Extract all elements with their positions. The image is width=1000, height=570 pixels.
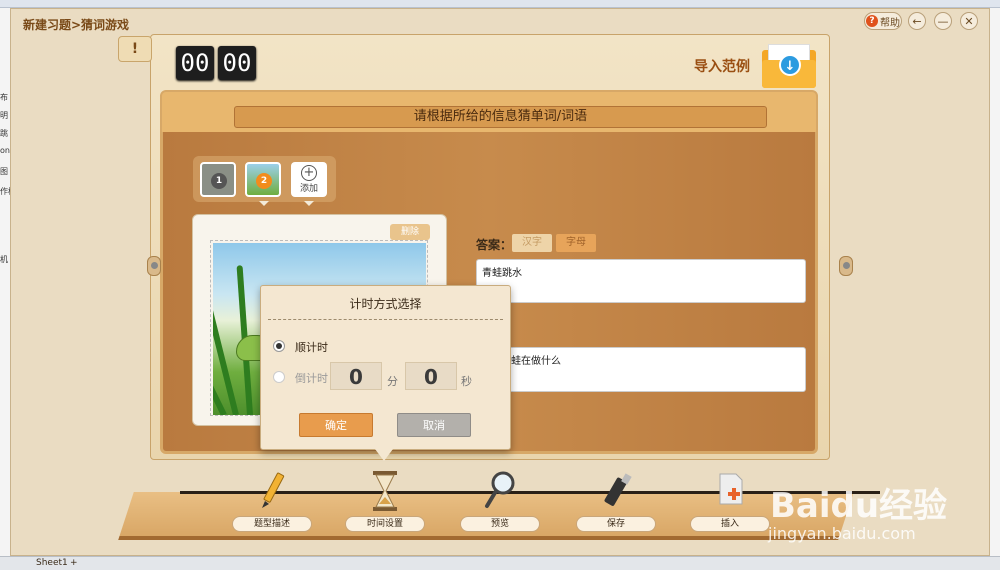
back-button[interactable]: ← xyxy=(908,12,926,30)
cancel-button[interactable]: 取消 xyxy=(397,413,471,437)
bg-left-label: 跳 xyxy=(0,129,8,138)
dialog-title: 计时方式选择 xyxy=(349,297,422,311)
thumbnail-2[interactable]: 2 xyxy=(245,162,281,197)
timer-minutes: 00 xyxy=(176,46,214,80)
radio-countup[interactable] xyxy=(273,340,285,352)
close-icon: ✕ xyxy=(964,14,974,28)
watermark-url: jingyan.baidu.com xyxy=(768,524,916,543)
tool-label: 插入 xyxy=(690,516,770,532)
tool-label: 保存 xyxy=(576,516,656,532)
radio-countdown-label[interactable]: 倒计时 xyxy=(295,370,328,386)
help-button[interactable]: ? 帮助 xyxy=(864,12,902,30)
watermark-brand: Baidu经验 xyxy=(770,486,948,526)
question-icon: ? xyxy=(866,15,878,27)
minutes-input[interactable]: 0 xyxy=(330,362,382,390)
minutes-unit: 分 xyxy=(387,375,398,388)
insert-document-icon xyxy=(719,473,743,505)
hourglass-icon xyxy=(373,471,397,511)
minimize-icon: — xyxy=(937,14,949,28)
radio-countup-label[interactable]: 顺计时 xyxy=(295,339,328,355)
seconds-input[interactable]: 0 xyxy=(405,362,457,390)
left-hinge-icon xyxy=(147,256,161,276)
bg-left-label: on xyxy=(0,146,10,155)
thumbnail-1[interactable]: 1 xyxy=(200,162,236,197)
tool-question-type[interactable]: 题型描述 xyxy=(232,470,312,532)
seconds-unit: 秒 xyxy=(461,375,472,388)
background-app-statusbar: Sheet1 + xyxy=(0,556,1000,570)
arrow-left-icon: ← xyxy=(912,14,922,28)
window-title: 新建习题>猜词游戏 xyxy=(23,18,130,32)
tool-label: 预览 xyxy=(460,516,540,532)
help-label: 帮助 xyxy=(880,17,900,29)
add-thumbnail-button[interactable]: + 添加 xyxy=(291,162,327,197)
tool-preview[interactable]: 预览 xyxy=(460,470,540,532)
thumbnail-add-arrow-icon xyxy=(304,201,314,206)
right-hinge-icon xyxy=(839,256,853,276)
tab-hanzi[interactable]: 汉字 xyxy=(512,234,552,252)
bg-left-label: 图 xyxy=(0,167,8,176)
hint-input[interactable]: 青蛙在做什么 xyxy=(476,347,806,392)
add-label: 添加 xyxy=(299,184,318,194)
exclamation-tab-icon[interactable]: ! xyxy=(118,36,152,62)
bg-left-label: 机 xyxy=(0,255,8,264)
dialog-divider xyxy=(268,319,503,320)
prompt-banner: 请根据所给的信息猜单词/词语 xyxy=(234,106,767,128)
download-folder-icon[interactable]: ↓ xyxy=(762,44,816,88)
delete-image-button[interactable]: 删除 xyxy=(390,224,430,240)
answer-label: 答案： xyxy=(476,238,513,252)
radio-countdown[interactable] xyxy=(273,371,285,383)
sheet-tab[interactable]: Sheet1 xyxy=(36,558,68,568)
answer-input[interactable]: 青蛙跳水 xyxy=(476,259,806,303)
plus-icon: + xyxy=(301,165,317,181)
tool-save[interactable]: 保存 xyxy=(576,470,656,532)
import-example-label[interactable]: 导入范例 xyxy=(694,56,750,76)
tool-label: 题型描述 xyxy=(232,516,312,532)
timer-seconds: 00 xyxy=(218,46,256,80)
background-app-toolbar xyxy=(0,0,1000,8)
bg-left-label: 明 xyxy=(0,111,8,120)
minimize-button[interactable]: — xyxy=(934,12,952,30)
close-button[interactable]: ✕ xyxy=(960,12,978,30)
thumbnail-number: 1 xyxy=(211,173,227,189)
pencil-icon xyxy=(262,472,285,508)
bg-left-label: 布 xyxy=(0,93,8,102)
thumbnail-selected-arrow-icon xyxy=(259,201,269,206)
dialog-pointer-icon xyxy=(375,449,393,461)
add-sheet-icon[interactable]: + xyxy=(70,558,78,568)
tab-letter[interactable]: 字母 xyxy=(556,234,596,252)
tool-label: 时间设置 xyxy=(345,516,425,532)
confirm-button[interactable]: 确定 xyxy=(299,413,373,437)
magnifier-icon xyxy=(485,471,515,508)
usb-drive-icon xyxy=(604,473,632,506)
tool-time-settings[interactable]: 时间设置 xyxy=(345,470,425,532)
tool-insert[interactable]: 插入 xyxy=(690,470,770,532)
thumbnail-number: 2 xyxy=(256,173,272,189)
